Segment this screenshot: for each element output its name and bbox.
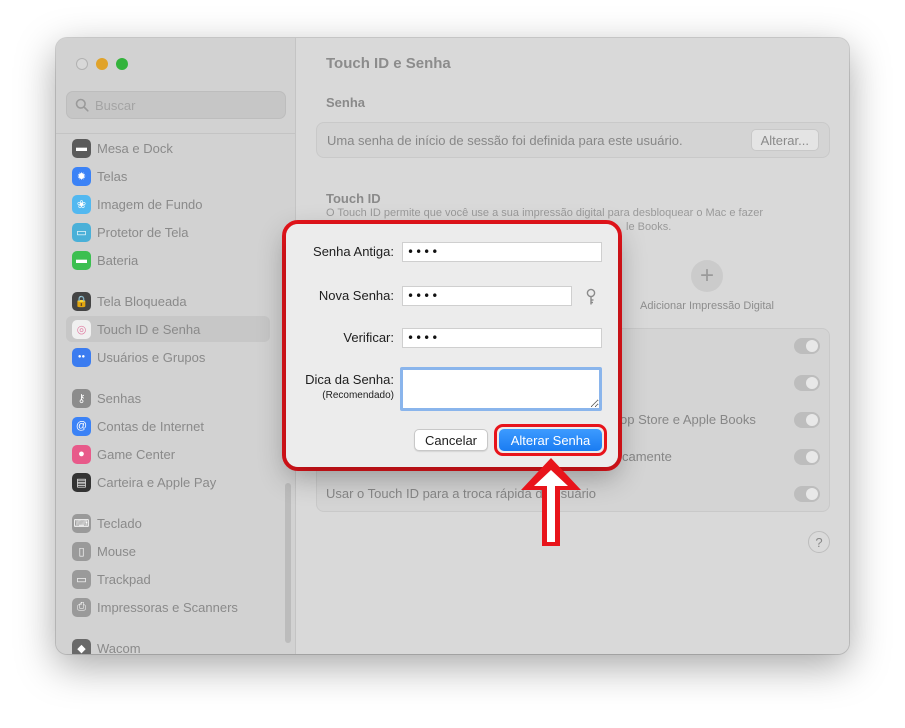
sidebar-item-senhas[interactable]: ⚷ Senhas	[66, 385, 270, 411]
wacom-icon: ◆	[72, 638, 91, 654]
toggle-switch-1[interactable]	[794, 338, 820, 354]
sidebar-item-contas-de-internet[interactable]: @ Contas de Internet	[66, 413, 270, 439]
sidebar-item-game-center[interactable]: ● Game Center	[66, 441, 270, 467]
users-icon: ●●	[72, 347, 91, 367]
toggle-switch-5[interactable]	[794, 486, 820, 502]
hint-label: Dica da Senha:	[305, 372, 394, 387]
sidebar-item-label: Senhas	[97, 390, 142, 406]
password-hint-field[interactable]	[400, 367, 602, 411]
sidebar-item-mouse[interactable]: ▯ Mouse	[66, 538, 270, 564]
sidebar-item-impressoras-e-scanners[interactable]: ⎙ Impressoras e Scanners	[66, 594, 270, 620]
lock-icon: 🔒	[72, 291, 91, 311]
password-assistant-key-icon[interactable]	[584, 288, 598, 306]
toggle-switch-3[interactable]	[794, 412, 820, 428]
sidebar-item-label: Protetor de Tela	[97, 224, 189, 240]
new-password-label: Nova Senha:	[318, 288, 394, 303]
add-fingerprint-label: Adicionar Impressão Digital	[640, 300, 774, 312]
sidebar-item-label: Trackpad	[97, 571, 151, 587]
sidebar-item-label: Mouse	[97, 543, 137, 559]
sidebar-item-label: Usuários e Grupos	[97, 349, 206, 365]
red-arrow-annotation	[521, 458, 581, 546]
sidebar-item-label: Carteira e Apple Pay	[97, 474, 217, 490]
page-title: Touch ID e Senha	[326, 55, 451, 72]
screensaver-icon: ▭	[72, 222, 91, 242]
sidebar: ▬ Mesa e Dock ✹ Telas ❀ Imagem de Fundo ▭ Prote…	[56, 38, 296, 654]
at-icon: @	[72, 416, 91, 436]
search-input[interactable]	[95, 97, 275, 113]
sidebar-item-usuários-e-grupos[interactable]: ●● Usuários e Grupos	[66, 344, 270, 370]
sidebar-item-label: Tela Bloqueada	[97, 293, 187, 309]
password-status-text: Uma senha de início de sessão foi defini…	[327, 133, 683, 148]
flower-icon: ❀	[72, 194, 91, 214]
sidebar-search[interactable]	[66, 91, 286, 119]
toggle-switch-2[interactable]	[794, 375, 820, 391]
password-section-title: Senha	[326, 95, 366, 110]
sidebar-item-telas[interactable]: ✹ Telas	[66, 163, 270, 189]
help-button[interactable]: ?	[808, 531, 830, 553]
sidebar-item-carteira-e-apple-pay[interactable]: ▤ Carteira e Apple Pay	[66, 469, 270, 495]
old-password-label: Senha Antiga:	[313, 244, 394, 259]
mouse-icon: ▯	[72, 541, 91, 561]
fingerprint-icon: ◎	[72, 319, 91, 339]
minimize-window-button[interactable]	[96, 58, 108, 70]
touchid-section-title: Touch ID	[326, 191, 381, 206]
sidebar-item-label: Touch ID e Senha	[97, 321, 201, 337]
sidebar-item-tela-bloqueada[interactable]: 🔒 Tela Bloqueada	[66, 288, 270, 314]
search-icon	[75, 98, 89, 112]
hint-recommended-label: (Recomendado)	[322, 390, 394, 401]
printer-icon: ⎙	[72, 597, 91, 617]
toggle-switch-4[interactable]	[794, 449, 820, 465]
touchid-description-line-1: O Touch ID permite que você use a sua im…	[326, 207, 763, 219]
sidebar-item-label: Contas de Internet	[97, 418, 204, 434]
keyboard-icon: ⌨	[72, 513, 91, 533]
sidebar-item-imagem-de-fundo[interactable]: ❀ Imagem de Fundo	[66, 191, 270, 217]
sidebar-item-protetor-de-tela[interactable]: ▭ Protetor de Tela	[66, 219, 270, 245]
verify-password-field[interactable]	[402, 328, 602, 348]
sidebar-item-mesa-e-dock[interactable]: ▬ Mesa e Dock	[66, 135, 270, 161]
battery-icon: ▬	[72, 250, 91, 270]
sidebar-item-bateria[interactable]: ▬ Bateria	[66, 247, 270, 273]
wallet-icon: ▤	[72, 472, 91, 492]
add-fingerprint-button[interactable]: + Adicionar Impressão Digital	[627, 260, 787, 312]
dock-icon: ▬	[72, 138, 91, 158]
trackpad-icon: ▭	[72, 569, 91, 589]
key-icon: ⚷	[72, 388, 91, 408]
sidebar-item-label: Bateria	[97, 252, 139, 268]
game-center-icon: ●	[72, 444, 91, 464]
sidebar-item-label: Teclado	[97, 515, 142, 531]
sidebar-item-label: Game Center	[97, 446, 176, 462]
new-password-field[interactable]	[402, 286, 572, 306]
sidebar-item-label: Impressoras e Scanners	[97, 599, 238, 615]
toggle-label-3: op Store e Apple Books	[620, 412, 756, 427]
sidebar-divider	[56, 133, 296, 134]
sidebar-item-teclado[interactable]: ⌨ Teclado	[66, 510, 270, 536]
sun-icon: ✹	[72, 166, 91, 186]
old-password-field[interactable]	[402, 242, 602, 262]
sidebar-item-label: Wacom	[97, 640, 141, 655]
plus-icon: +	[691, 260, 723, 292]
change-password-button[interactable]: Alterar...	[750, 129, 819, 151]
toggle-label-4: camente	[622, 449, 672, 464]
sidebar-item-trackpad[interactable]: ▭ Trackpad	[66, 566, 270, 592]
change-password-dialog: Senha Antiga: Nova Senha: Verificar: Dic…	[286, 224, 618, 467]
sidebar-item-label: Telas	[97, 168, 128, 184]
change-password-confirm-button[interactable]: Alterar Senha	[499, 429, 602, 451]
zoom-window-button[interactable]	[116, 58, 128, 70]
close-window-button[interactable]	[76, 58, 88, 70]
verify-label: Verificar:	[343, 330, 394, 345]
sidebar-scrollbar[interactable]	[285, 483, 291, 643]
cancel-button[interactable]: Cancelar	[414, 429, 488, 451]
sidebar-item-touch-id-e-senha[interactable]: ◎ Touch ID e Senha	[66, 316, 270, 342]
password-card: Uma senha de início de sessão foi defini…	[316, 122, 830, 158]
sidebar-item-label: Imagem de Fundo	[97, 196, 203, 212]
sidebar-item-wacom[interactable]: ◆ Wacom	[66, 635, 270, 654]
sidebar-item-label: Mesa e Dock	[97, 140, 173, 156]
